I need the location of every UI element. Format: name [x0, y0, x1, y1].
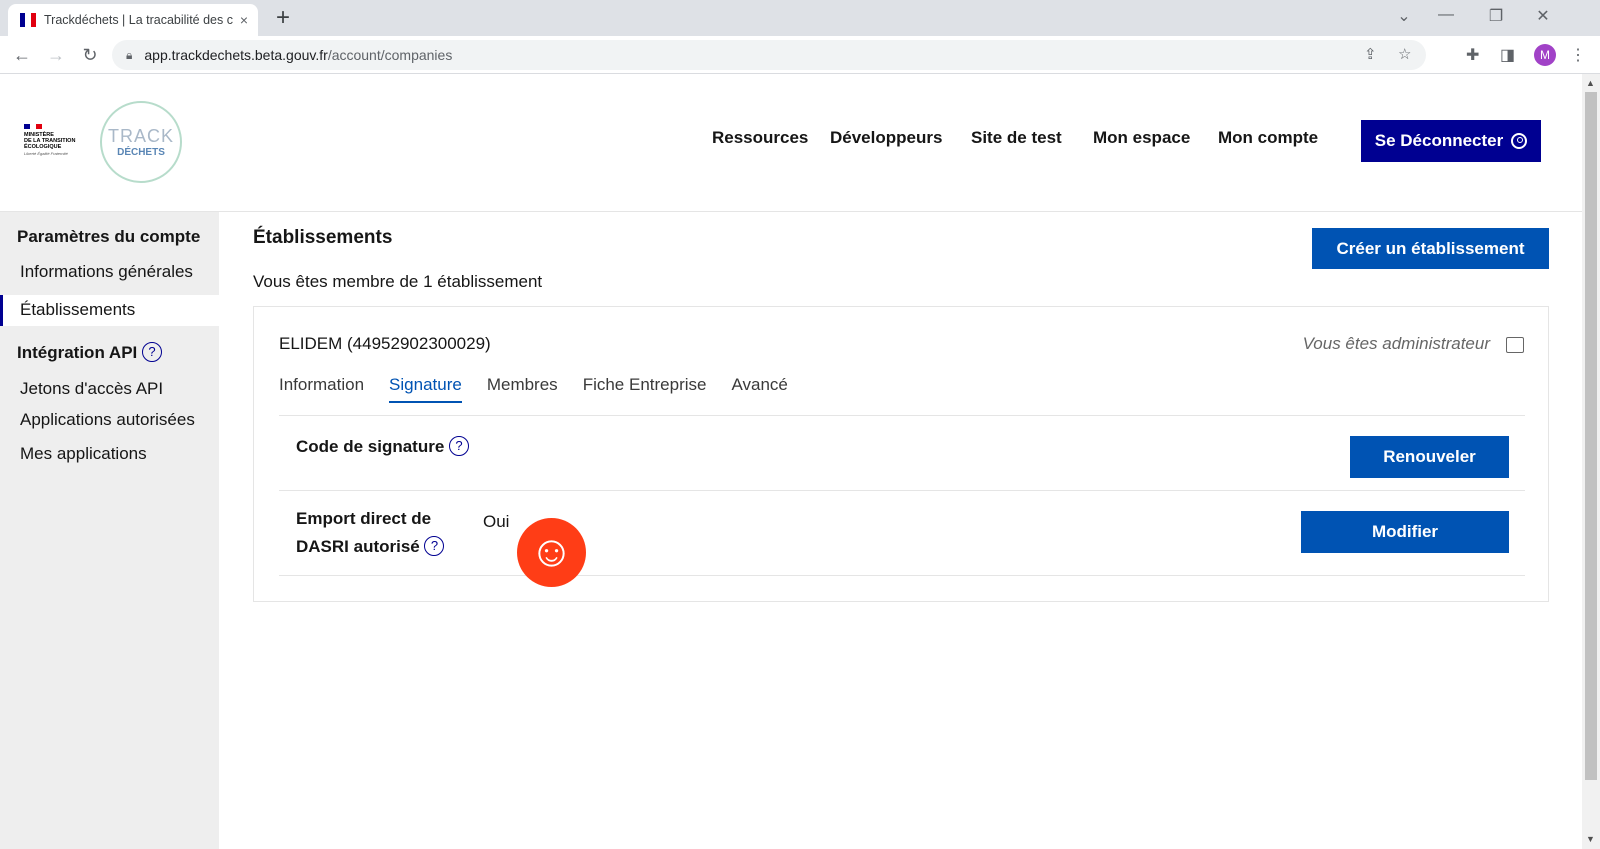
forward-icon[interactable]: →: [42, 41, 70, 69]
sidebar-section-api: Intégration API ?: [17, 342, 162, 363]
tab-avance[interactable]: Avancé: [731, 375, 787, 403]
divider: [279, 575, 1525, 576]
dasri-value: Oui: [483, 512, 510, 531]
trackdechets-logo[interactable]: TRACK DÉCHETS: [100, 101, 182, 183]
scrollbar-thumb[interactable]: [1585, 92, 1597, 780]
restore-icon[interactable]: ❐: [1483, 6, 1509, 26]
divider: [279, 415, 1525, 416]
company-name: ELIDEM (44952902300029): [279, 334, 491, 353]
help-icon[interactable]: ?: [424, 536, 445, 556]
reload-icon[interactable]: ↻: [76, 41, 104, 69]
nav-developpeurs[interactable]: Développeurs: [830, 128, 942, 148]
marianne-flag-icon: [24, 124, 42, 129]
role-label: Vous êtes administrateur: [1302, 334, 1490, 353]
browser-tab[interactable]: Trackdéchets | La tracabilité des c ×: [8, 4, 258, 36]
divider: [279, 490, 1525, 491]
tab-signature[interactable]: Signature: [389, 375, 462, 403]
sidebar-item-applications-autorisees[interactable]: Applications autorisées: [20, 410, 195, 430]
side-panel-icon[interactable]: ◨: [1500, 45, 1515, 65]
sidebar-section-account: Paramètres du compte: [17, 227, 201, 246]
extensions-icon[interactable]: ✚: [1466, 45, 1479, 65]
tab-membres[interactable]: Membres: [487, 375, 558, 403]
bookmark-star-icon[interactable]: ☆: [1398, 45, 1411, 63]
create-establishment-button[interactable]: Créer un établissement: [1312, 228, 1549, 269]
nav-mon-compte[interactable]: Mon compte: [1218, 128, 1318, 148]
dasri-label: Emport direct de DASRI autorisé ?: [296, 505, 445, 561]
help-icon[interactable]: ?: [449, 436, 470, 456]
site-favicon-icon: [20, 13, 36, 27]
sidebar-item-etablissements[interactable]: Établissements: [20, 300, 135, 320]
url-text: app.trackdechets.beta.gouv.fr/account/co…: [144, 47, 453, 63]
browser-tabstrip: Trackdéchets | La tracabilité des c × + …: [0, 0, 1600, 36]
help-icon[interactable]: ?: [142, 342, 162, 362]
company-card: ELIDEM (44952902300029) Vous êtes admini…: [253, 306, 1549, 602]
ministry-logo[interactable]: MINISTÈRE DE LA TRANSITION ÉCOLOGIQUE Li…: [24, 124, 84, 156]
feedback-smiley-icon[interactable]: ☺: [517, 518, 586, 587]
renew-button[interactable]: Renouveler: [1350, 436, 1509, 478]
close-window-icon[interactable]: ✕: [1530, 6, 1556, 26]
new-tab-button[interactable]: +: [270, 5, 296, 31]
tab-title: Trackdéchets | La tracabilité des c: [44, 13, 233, 27]
menu-kebab-icon[interactable]: ⋮: [1570, 45, 1586, 65]
site-header: MINISTÈRE DE LA TRANSITION ÉCOLOGIQUE Li…: [0, 74, 1582, 212]
scroll-up-icon[interactable]: ▲: [1586, 78, 1595, 88]
sidebar-item-mes-applications[interactable]: Mes applications: [20, 444, 147, 464]
tab-search-icon[interactable]: ⌄: [1391, 6, 1417, 26]
profile-avatar[interactable]: M: [1534, 44, 1556, 66]
sidebar-item-informations[interactable]: Informations générales: [20, 262, 193, 282]
user-circle-icon: [1511, 133, 1528, 149]
account-sidebar: Paramètres du compte Informations généra…: [0, 212, 219, 849]
share-icon[interactable]: ⇪: [1364, 45, 1377, 63]
lock-icon[interactable]: 🔒︎: [126, 48, 132, 63]
logout-button[interactable]: Se Déconnecter: [1361, 120, 1541, 162]
admin-badge-icon: [1506, 337, 1524, 353]
page-scrollbar[interactable]: ▲ ▼: [1582, 74, 1600, 849]
nav-site-de-test[interactable]: Site de test: [971, 128, 1062, 148]
tab-close-icon[interactable]: ×: [240, 12, 248, 28]
browser-toolbar: ← → ↻ 🔒︎ app.trackdechets.beta.gouv.fr/a…: [0, 36, 1600, 74]
nav-mon-espace[interactable]: Mon espace: [1093, 128, 1190, 148]
tab-information[interactable]: Information: [279, 375, 364, 403]
page-title: Établissements: [253, 227, 393, 248]
scroll-down-icon[interactable]: ▼: [1586, 834, 1595, 844]
membership-count: Vous êtes membre de 1 établissement: [253, 272, 543, 291]
nav-ressources[interactable]: Ressources: [712, 128, 808, 148]
company-tabs: Information Signature Membres Fiche Entr…: [279, 375, 813, 403]
modify-button[interactable]: Modifier: [1301, 511, 1509, 553]
page-viewport: MINISTÈRE DE LA TRANSITION ÉCOLOGIQUE Li…: [0, 74, 1582, 849]
back-icon[interactable]: ←: [8, 41, 36, 69]
minimize-icon[interactable]: —: [1433, 6, 1459, 24]
sidebar-item-jetons[interactable]: Jetons d'accès API: [20, 379, 163, 399]
address-bar[interactable]: 🔒︎ app.trackdechets.beta.gouv.fr/account…: [112, 40, 1426, 70]
tab-fiche-entreprise[interactable]: Fiche Entreprise: [583, 375, 707, 403]
signature-code-label: Code de signature ?: [296, 433, 470, 461]
